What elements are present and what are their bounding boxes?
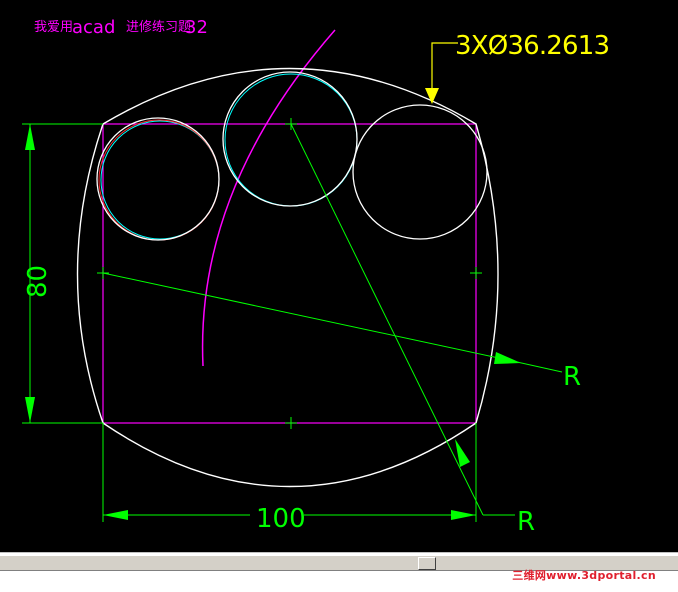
- cad-drawing-canvas[interactable]: 我爱用 acad 进修练习题 32 3XØ36.2613 80 100 R R: [0, 0, 678, 552]
- radius-leader-right: R: [102, 272, 581, 392]
- title-suffix: 进修练习题: [126, 20, 191, 35]
- height-dimension: 80: [22, 123, 103, 424]
- circle-left: [96, 117, 220, 241]
- title-number: 32: [185, 17, 208, 38]
- width-dimension-text: 100: [256, 504, 306, 534]
- circle-right: [352, 104, 488, 240]
- site-watermark: 三维网www.3dportal.cn: [512, 569, 656, 582]
- width-dimension: 100: [102, 423, 477, 534]
- radius-label-bottom: R: [517, 507, 535, 537]
- construction-arc: [201, 29, 336, 367]
- diameter-callout: 3XØ36.2613: [425, 31, 610, 104]
- title-prefix: 我爱用: [34, 20, 73, 35]
- center-marks: [97, 118, 482, 429]
- outer-profile: [76, 67, 499, 488]
- title-app: acad: [72, 17, 115, 38]
- construction-rectangle: [102, 123, 477, 424]
- radius-label-right: R: [563, 362, 581, 392]
- radius-leader-bottom: R: [290, 123, 535, 537]
- diameter-callout-text: 3XØ36.2613: [455, 31, 610, 61]
- height-dimension-text: 80: [23, 265, 53, 298]
- scrollbar-thumb[interactable]: [418, 557, 436, 570]
- drawing-title: 我爱用 acad 进修练习题 32: [34, 17, 208, 38]
